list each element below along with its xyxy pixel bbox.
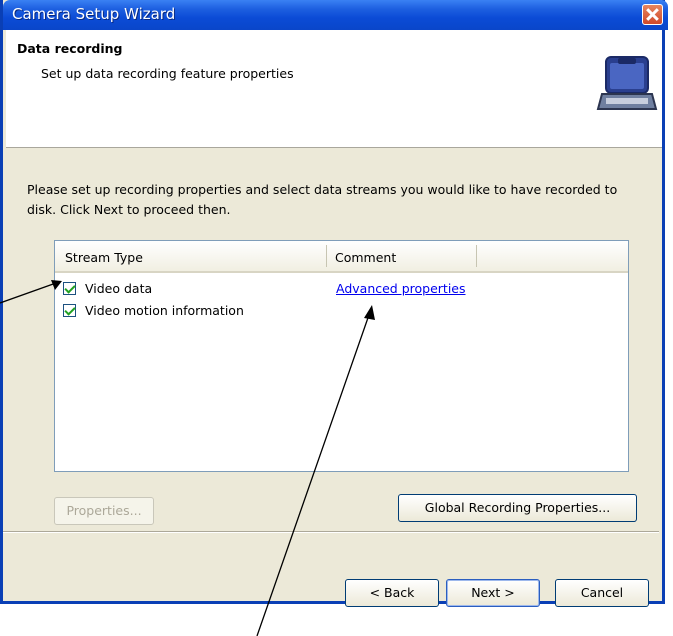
advanced-properties-link[interactable]: Advanced properties bbox=[336, 281, 466, 296]
properties-button[interactable]: Properties... bbox=[54, 497, 154, 525]
global-recording-properties-button[interactable]: Global Recording Properties... bbox=[398, 494, 637, 522]
video-motion-checkbox[interactable] bbox=[63, 304, 76, 317]
instructions-line-2: disk. Click Next to proceed then. bbox=[27, 202, 231, 217]
list-item-label: Video motion information bbox=[85, 303, 244, 318]
video-data-checkbox[interactable] bbox=[63, 282, 76, 295]
column-comment[interactable]: Comment bbox=[335, 250, 396, 265]
window-title: Camera Setup Wizard bbox=[12, 5, 176, 23]
back-button[interactable]: < Back bbox=[345, 579, 439, 607]
cancel-button[interactable]: Cancel bbox=[555, 579, 649, 607]
instructions: Please set up recording properties and s… bbox=[27, 180, 647, 220]
list-header: Stream Type Comment bbox=[55, 241, 628, 273]
close-icon[interactable] bbox=[642, 4, 663, 25]
list-item-label: Video data bbox=[85, 281, 153, 296]
page-subtitle: Set up data recording feature properties bbox=[41, 66, 294, 81]
stream-list[interactable]: Stream Type Comment Video data Video mot… bbox=[54, 240, 629, 472]
page-title: Data recording bbox=[17, 41, 123, 56]
column-separator[interactable] bbox=[326, 245, 327, 267]
column-separator[interactable] bbox=[476, 245, 477, 267]
column-stream-type[interactable]: Stream Type bbox=[65, 250, 143, 265]
footer-divider bbox=[3, 531, 659, 533]
laptop-case-icon bbox=[596, 56, 658, 110]
next-button[interactable]: Next > bbox=[446, 579, 540, 607]
instructions-line-1: Please set up recording properties and s… bbox=[27, 182, 618, 197]
title-bar[interactable]: Camera Setup Wizard bbox=[3, 0, 668, 30]
